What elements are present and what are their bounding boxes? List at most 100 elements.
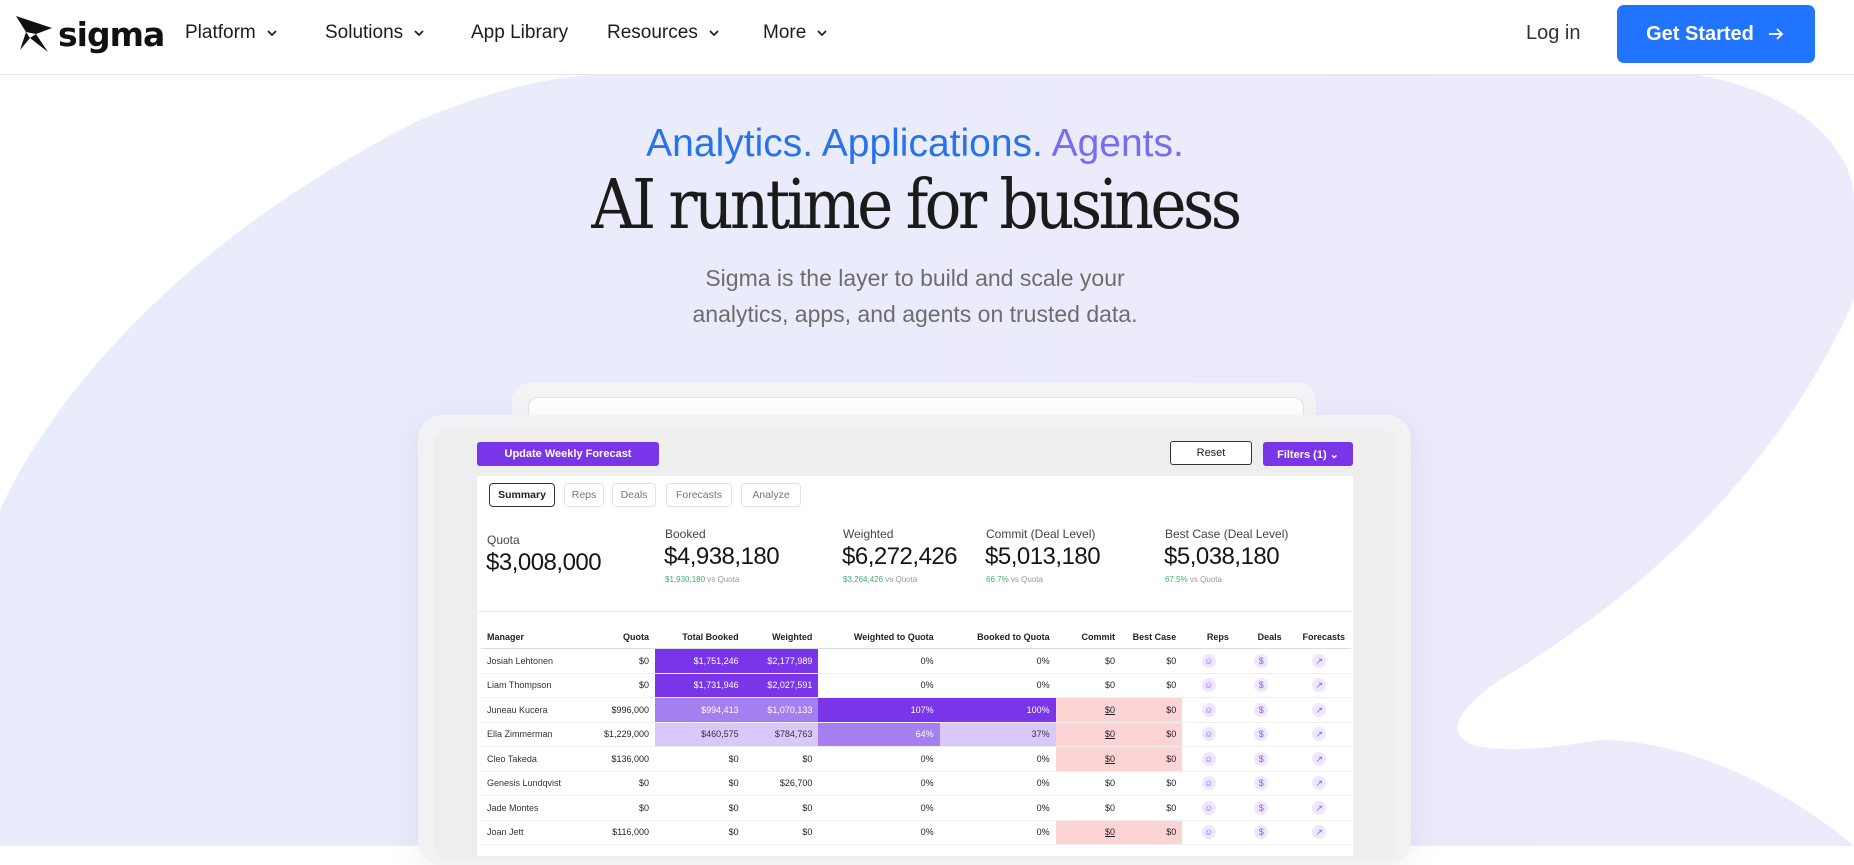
kpi-bestcase-delta: 67.5% vs Quota xyxy=(1165,575,1222,584)
user-group-icon: ☺ xyxy=(1201,653,1216,668)
forecasts-icon-cell[interactable]: ↗ xyxy=(1287,795,1351,821)
get-started-button[interactable]: Get Started xyxy=(1617,5,1815,63)
table-row[interactable]: Juneau Kucera $996,000 $994,413 $1,070,1… xyxy=(481,697,1351,723)
chevron-down-icon xyxy=(709,30,719,37)
nav-platform-label: Platform xyxy=(185,22,256,43)
reps-icon-cell[interactable]: ☺ xyxy=(1182,771,1235,796)
tab-summary[interactable]: Summary xyxy=(489,483,555,507)
cell-weighted: $26,700 xyxy=(744,771,819,796)
forecasts-icon-cell[interactable]: ↗ xyxy=(1287,722,1351,747)
col-deals[interactable]: Deals xyxy=(1234,626,1288,649)
cell-booked-to-quota: 37% xyxy=(939,722,1056,747)
tab-forecasts[interactable]: Forecasts xyxy=(666,483,732,507)
hero-headline: AI runtime for business xyxy=(591,166,1242,245)
trend-icon: ↗ xyxy=(1312,727,1327,742)
manager-table: Manager Quota Total Booked Weighted Weig… xyxy=(481,626,1351,845)
col-best-case[interactable]: Best Case xyxy=(1121,626,1183,649)
forecasts-icon-cell[interactable]: ↗ xyxy=(1287,771,1351,796)
cell-best-case: $0 xyxy=(1121,697,1183,723)
reps-icon-cell[interactable]: ☺ xyxy=(1182,746,1235,772)
table-row[interactable]: Cleo Takeda $136,000 $0 $0 0% 0% $0 $0 ☺… xyxy=(481,746,1351,772)
col-quota[interactable]: Quota xyxy=(586,626,655,649)
kpi-quota-value: $3,008,000 xyxy=(486,549,602,576)
dollar-icon: $ xyxy=(1254,800,1269,815)
tab-analyze[interactable]: Analyze xyxy=(741,483,801,507)
cell-quota: $116,000 xyxy=(586,820,655,845)
user-group-icon: ☺ xyxy=(1201,751,1216,766)
reps-icon-cell[interactable]: ☺ xyxy=(1182,722,1235,747)
reps-icon-cell[interactable]: ☺ xyxy=(1182,697,1235,723)
get-started-label: Get Started xyxy=(1646,22,1754,45)
nav-more[interactable]: More xyxy=(763,22,830,44)
nav-app-library[interactable]: App Library xyxy=(471,22,568,44)
cell-weighted-to-quota: 0% xyxy=(818,648,940,674)
cell-booked-to-quota: 100% xyxy=(939,697,1056,723)
col-weighted-to-quota[interactable]: Weighted to Quota xyxy=(818,626,940,649)
table-row[interactable]: Genesis Lundqvist $0 $0 $26,700 0% 0% $0… xyxy=(481,771,1351,796)
nav-solutions[interactable]: Solutions xyxy=(325,22,427,44)
kpi-commit-label: Commit (Deal Level) xyxy=(986,527,1096,541)
forecasts-icon-cell[interactable]: ↗ xyxy=(1287,648,1351,674)
cell-booked: $0 xyxy=(654,795,745,821)
cell-manager: Genesis Lundqvist xyxy=(481,771,587,796)
deals-icon-cell[interactable]: $ xyxy=(1234,771,1288,796)
col-forecasts[interactable]: Forecasts xyxy=(1287,626,1351,649)
cell-quota: $0 xyxy=(586,648,655,674)
eyebrow-part1: Analytics. Applications. xyxy=(646,122,1043,165)
cell-manager: Ella Zimmerman xyxy=(481,722,587,747)
kpi-booked-delta-value: $1,930,180 xyxy=(665,575,706,584)
dashboard-panel: Summary Reps Deals Forecasts Analyze Quo… xyxy=(477,476,1353,856)
nav-resources[interactable]: Resources xyxy=(607,22,722,44)
forecasts-icon-cell[interactable]: ↗ xyxy=(1287,820,1351,845)
col-reps[interactable]: Reps xyxy=(1182,626,1235,649)
table-row[interactable]: Jade Montes $0 $0 $0 0% 0% $0 $0 ☺ $ ↗ xyxy=(481,795,1351,821)
cell-weighted-to-quota: 0% xyxy=(818,795,940,821)
chevron-down-icon xyxy=(817,30,827,37)
filters-button[interactable]: Filters (1) ⌄ xyxy=(1263,442,1353,466)
reset-button[interactable]: Reset xyxy=(1170,441,1252,465)
cell-booked: $0 xyxy=(654,746,745,772)
nav-platform[interactable]: Platform xyxy=(185,22,280,44)
table-row[interactable]: Joan Jett $116,000 $0 $0 0% 0% $0 $0 ☺ $… xyxy=(481,820,1351,845)
cell-best-case: $0 xyxy=(1121,820,1183,845)
update-weekly-forecast-button[interactable]: Update Weekly Forecast xyxy=(477,442,659,466)
forecasts-icon-cell[interactable]: ↗ xyxy=(1287,697,1351,723)
cell-quota: $1,229,000 xyxy=(586,722,655,747)
deals-icon-cell[interactable]: $ xyxy=(1234,648,1288,674)
sigma-logo[interactable]: sigma xyxy=(14,14,165,54)
kpi-bestcase-delta-value: 67.5% xyxy=(1165,575,1188,584)
table-row[interactable]: Josiah Lehtonen $0 $1,751,246 $2,177,989… xyxy=(481,648,1351,674)
cell-booked-to-quota: 0% xyxy=(939,746,1056,772)
deals-icon-cell[interactable]: $ xyxy=(1234,820,1288,845)
chevron-down-icon xyxy=(267,30,277,37)
col-manager[interactable]: Manager xyxy=(481,626,587,649)
deals-icon-cell[interactable]: $ xyxy=(1234,722,1288,747)
cell-best-case: $0 xyxy=(1121,795,1183,821)
table-row[interactable]: Liam Thompson $0 $1,731,946 $2,027,591 0… xyxy=(481,673,1351,698)
col-booked-to-quota[interactable]: Booked to Quota xyxy=(939,626,1056,649)
tab-reps[interactable]: Reps xyxy=(564,483,604,507)
col-weighted[interactable]: Weighted xyxy=(744,626,819,649)
deals-icon-cell[interactable]: $ xyxy=(1234,746,1288,772)
col-total-booked[interactable]: Total Booked xyxy=(654,626,745,649)
login-link[interactable]: Log in xyxy=(1526,22,1581,45)
sigma-logo-icon xyxy=(16,16,52,52)
cell-weighted: $0 xyxy=(744,820,819,845)
tab-deals[interactable]: Deals xyxy=(612,483,656,507)
reps-icon-cell[interactable]: ☺ xyxy=(1182,820,1235,845)
deals-icon-cell[interactable]: $ xyxy=(1234,795,1288,821)
reps-icon-cell[interactable]: ☺ xyxy=(1182,673,1235,698)
cell-booked: $0 xyxy=(654,771,745,796)
hero-sub-line2: analytics, apps, and agents on trusted d… xyxy=(692,301,1138,327)
forecasts-icon-cell[interactable]: ↗ xyxy=(1287,746,1351,772)
reps-icon-cell[interactable]: ☺ xyxy=(1182,795,1235,821)
deals-icon-cell[interactable]: $ xyxy=(1234,697,1288,723)
cell-best-case: $0 xyxy=(1121,771,1183,796)
col-commit[interactable]: Commit xyxy=(1055,626,1122,649)
trend-icon: ↗ xyxy=(1312,678,1327,693)
reps-icon-cell[interactable]: ☺ xyxy=(1182,648,1235,674)
deals-icon-cell[interactable]: $ xyxy=(1234,673,1288,698)
cell-manager: Liam Thompson xyxy=(481,673,587,698)
table-row[interactable]: Ella Zimmerman $1,229,000 $460,575 $784,… xyxy=(481,722,1351,747)
forecasts-icon-cell[interactable]: ↗ xyxy=(1287,673,1351,698)
